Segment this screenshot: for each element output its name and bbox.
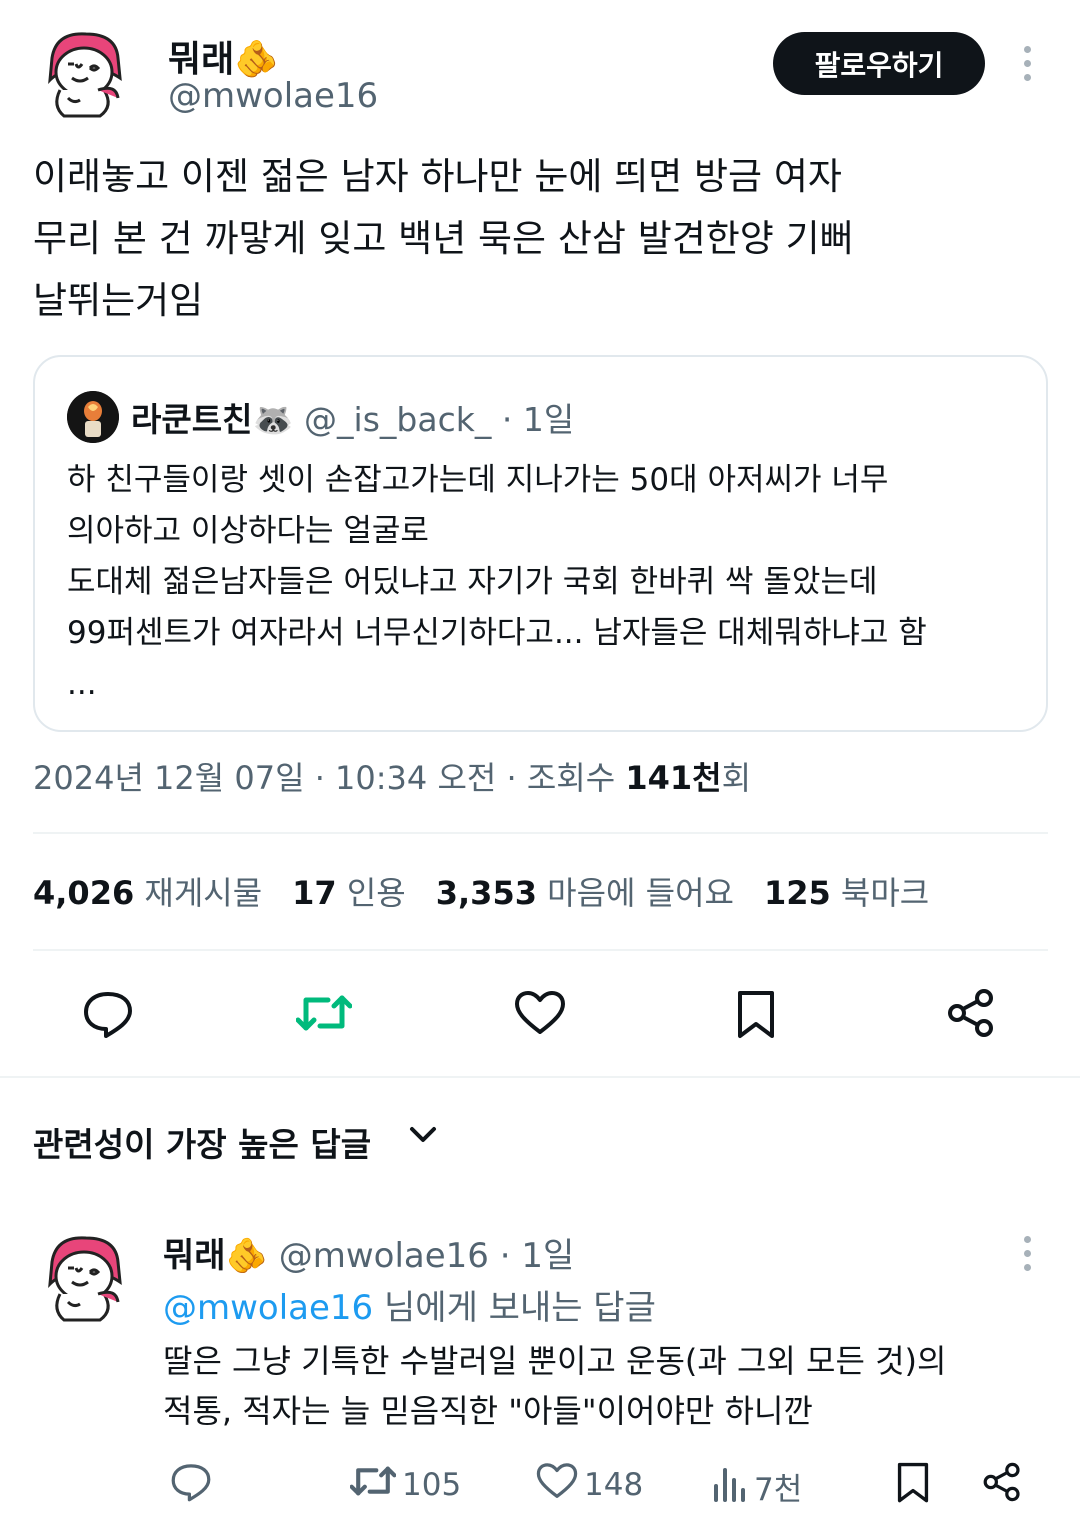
- author-emoji: 🫵: [234, 39, 280, 80]
- reply-icon[interactable]: [82, 990, 134, 1038]
- reply-reposts-count: 105: [402, 1467, 462, 1503]
- tweet-text: 이래놓고 이젠 젊은 남자 하나만 눈에 띄면 방금 여자 무리 본 건 까맣게…: [33, 155, 854, 322]
- retweet-icon: [349, 1462, 397, 1508]
- reply-like-button[interactable]: 148: [536, 1462, 643, 1508]
- views-count: 141천: [625, 759, 722, 797]
- timestamp-text: 2024년 12월 07일 · 10:34 오전 · 조회수: [33, 759, 616, 797]
- bookmarks-stat[interactable]: 125 북마크: [764, 868, 929, 914]
- share-icon: [982, 1462, 1022, 1510]
- retweet-icon[interactable]: [296, 990, 352, 1036]
- reply-views-button[interactable]: 7천: [712, 1462, 802, 1510]
- quote-author-name[interactable]: 라쿤트친: [131, 400, 252, 439]
- bookmark-icon[interactable]: [736, 990, 776, 1040]
- author-name-text: 뭐래: [168, 39, 235, 80]
- quote-author-handle[interactable]: @_is_back_: [304, 400, 491, 439]
- like-icon: [536, 1462, 578, 1508]
- likes-stat[interactable]: 3,353 마음에 들어요: [436, 868, 734, 914]
- tweet-timestamp: 2024년 12월 07일 · 10:34 오전 · 조회수 141천회: [33, 753, 751, 799]
- reply-to-line: @mwolae16 님에게 보내는 답글: [163, 1280, 656, 1329]
- chevron-down-icon[interactable]: [408, 1124, 438, 1150]
- reply-to-suffix: 님에게 보내는 답글: [373, 1288, 656, 1328]
- quoted-tweet[interactable]: 라쿤트친🦝 @_is_back_ · 1일 하 친구들이랑 셋이 손잡고가는데 …: [33, 355, 1048, 732]
- share-icon[interactable]: [946, 988, 996, 1038]
- likes-label: 마음에 들어요: [547, 874, 734, 912]
- reply-author-emoji: 🫵: [225, 1236, 268, 1276]
- quotes-stat[interactable]: 17 인용: [292, 868, 406, 914]
- author-avatar[interactable]: [38, 28, 130, 120]
- follow-button[interactable]: 팔로우하기: [773, 32, 985, 95]
- reply-action-bar: 105 148 7천: [0, 1462, 1080, 1514]
- divider: [33, 949, 1048, 951]
- views-icon: [712, 1462, 748, 1510]
- quotes-num: 17: [292, 874, 337, 912]
- reposts-stat[interactable]: 4,026 재게시물: [33, 868, 262, 914]
- bookmarks-num: 125: [763, 874, 831, 912]
- author-handle[interactable]: @mwolae16: [168, 76, 378, 116]
- quotes-label: 인용: [346, 874, 406, 912]
- author-name[interactable]: 뭐래🫵: [168, 30, 279, 82]
- reply-text: 딸은 그냥 기특한 수발러일 뿐이고 운동(과 그외 모든 것)의 적통, 적자…: [163, 1342, 947, 1430]
- engagement-stats: 4,026 재게시물 17 인용 3,353 마음에 들어요 125 북마크: [33, 868, 929, 914]
- likes-num: 3,353: [435, 874, 537, 912]
- reply-author-name[interactable]: 뭐래: [163, 1236, 226, 1276]
- kebab-icon[interactable]: [1020, 46, 1034, 81]
- quote-header: 라쿤트친🦝 @_is_back_ · 1일: [131, 393, 574, 441]
- replies-sort-label[interactable]: 관련성이 가장 높은 답글: [33, 1118, 371, 1166]
- section-divider: [0, 1076, 1080, 1078]
- reply-views-count: 7천: [754, 1471, 803, 1508]
- quote-text: 하 친구들이랑 셋이 손잡고가는데 지나가는 50대 아저씨가 너무 의아하고 …: [67, 462, 927, 702]
- quote-time: · 1일: [501, 400, 575, 439]
- reposts-label: 재게시물: [144, 874, 263, 912]
- reposts-num: 4,026: [33, 874, 135, 912]
- quote-author-emoji: 🦝: [252, 400, 294, 439]
- reply-retweet-button[interactable]: 105: [349, 1462, 462, 1508]
- reply-to-mention[interactable]: @mwolae16: [163, 1288, 373, 1328]
- reply-likes-count: 148: [584, 1467, 644, 1503]
- reply-header: 뭐래🫵 @mwolae16 · 1일: [163, 1228, 574, 1277]
- reply-icon: [170, 1462, 212, 1510]
- quote-author-avatar: [67, 391, 119, 443]
- reply-author-handle[interactable]: @mwolae16: [279, 1236, 489, 1276]
- reply-reply-button[interactable]: [170, 1462, 212, 1510]
- bookmark-icon: [896, 1462, 930, 1512]
- kebab-icon[interactable]: [1020, 1236, 1034, 1271]
- reply-bookmark-button[interactable]: [896, 1462, 930, 1512]
- like-icon[interactable]: [514, 990, 566, 1036]
- reply-share-button[interactable]: [982, 1462, 1022, 1510]
- bookmarks-label: 북마크: [840, 874, 930, 912]
- reply-time: · 1일: [499, 1236, 575, 1276]
- views-suffix: 회: [721, 759, 752, 797]
- reply-author-avatar[interactable]: [38, 1232, 130, 1324]
- divider: [33, 832, 1048, 834]
